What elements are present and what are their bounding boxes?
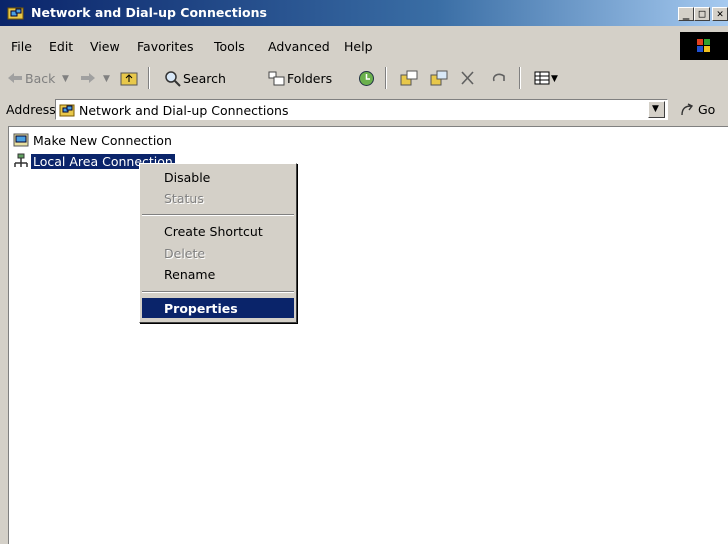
folders-button[interactable]: Folders: [287, 71, 332, 86]
windows-logo-icon: [680, 32, 728, 60]
chevron-down-icon: ▼: [652, 104, 659, 114]
menu-bar: File Edit View Favorites Tools Advanced …: [0, 36, 728, 58]
go-button[interactable]: Go: [698, 102, 715, 117]
move-to-icon[interactable]: [400, 70, 418, 86]
address-bar: Address Network and Dial-up Connections …: [0, 97, 728, 123]
context-delete: Delete: [142, 243, 294, 263]
minimize-button[interactable]: _: [678, 7, 694, 21]
history-icon[interactable]: [358, 70, 375, 87]
context-separator: [142, 214, 294, 216]
address-input[interactable]: Network and Dial-up Connections: [55, 99, 668, 120]
delete-icon[interactable]: [460, 71, 475, 85]
title-bar[interactable]: Network and Dial-up Connections _ □ ✕: [0, 0, 728, 26]
address-dropdown-button[interactable]: ▼: [648, 101, 665, 118]
context-separator: [142, 291, 294, 293]
views-dropdown-icon[interactable]: ▼: [551, 74, 558, 84]
toolbar: Back ▼ ▼ Search Folders ▼: [0, 64, 728, 92]
folders-icon: [268, 71, 285, 86]
context-create-shortcut[interactable]: Create Shortcut: [142, 221, 294, 241]
window-title: Network and Dial-up Connections: [31, 5, 267, 20]
search-icon: [165, 71, 181, 87]
network-folder-icon: [7, 7, 24, 20]
undo-icon[interactable]: [490, 71, 508, 85]
go-arrow-icon[interactable]: [680, 103, 696, 117]
toolbar-separator: [519, 67, 521, 89]
close-button[interactable]: ✕: [712, 7, 728, 21]
toolbar-separator: [148, 67, 150, 89]
context-menu: Disable Status Create Shortcut Delete Re…: [139, 163, 297, 323]
forward-dropdown-icon[interactable]: ▼: [103, 74, 110, 84]
menu-view[interactable]: View: [90, 39, 120, 54]
lan-connection-icon: [14, 153, 28, 167]
maximize-button[interactable]: □: [694, 7, 710, 21]
context-item-label: Properties: [164, 301, 238, 316]
context-item-label: Disable: [164, 170, 211, 185]
toolbar-separator: [385, 67, 387, 89]
copy-to-icon[interactable]: [430, 70, 448, 86]
menu-favorites[interactable]: Favorites: [137, 39, 193, 54]
network-folder-icon: [59, 104, 75, 117]
address-label: Address: [6, 102, 56, 117]
context-status: Status: [142, 188, 294, 208]
back-dropdown-icon[interactable]: ▼: [62, 74, 69, 84]
forward-arrow-icon[interactable]: [80, 72, 96, 84]
menu-edit[interactable]: Edit: [49, 39, 73, 54]
context-properties[interactable]: Properties: [142, 298, 294, 318]
back-button[interactable]: Back: [25, 71, 55, 86]
back-arrow-icon: [8, 73, 22, 83]
list-item-label: Make New Connection: [33, 133, 172, 148]
context-rename[interactable]: Rename: [142, 264, 294, 284]
menu-help[interactable]: Help: [344, 39, 373, 54]
views-icon[interactable]: [534, 71, 550, 85]
context-item-label: Delete: [164, 246, 206, 261]
menu-file[interactable]: File: [11, 39, 32, 54]
search-button[interactable]: Search: [183, 71, 226, 86]
file-list[interactable]: Make New Connection Local Area Connectio…: [8, 126, 728, 544]
context-item-label: Status: [164, 191, 204, 206]
context-item-label: Create Shortcut: [164, 224, 263, 239]
make-connection-icon: [13, 133, 29, 147]
menu-advanced[interactable]: Advanced: [268, 39, 330, 54]
up-folder-icon[interactable]: [120, 70, 138, 86]
context-disable[interactable]: Disable: [142, 167, 294, 187]
context-item-label: Rename: [164, 267, 216, 282]
address-value: Network and Dial-up Connections: [79, 103, 289, 118]
menu-tools[interactable]: Tools: [214, 39, 245, 54]
